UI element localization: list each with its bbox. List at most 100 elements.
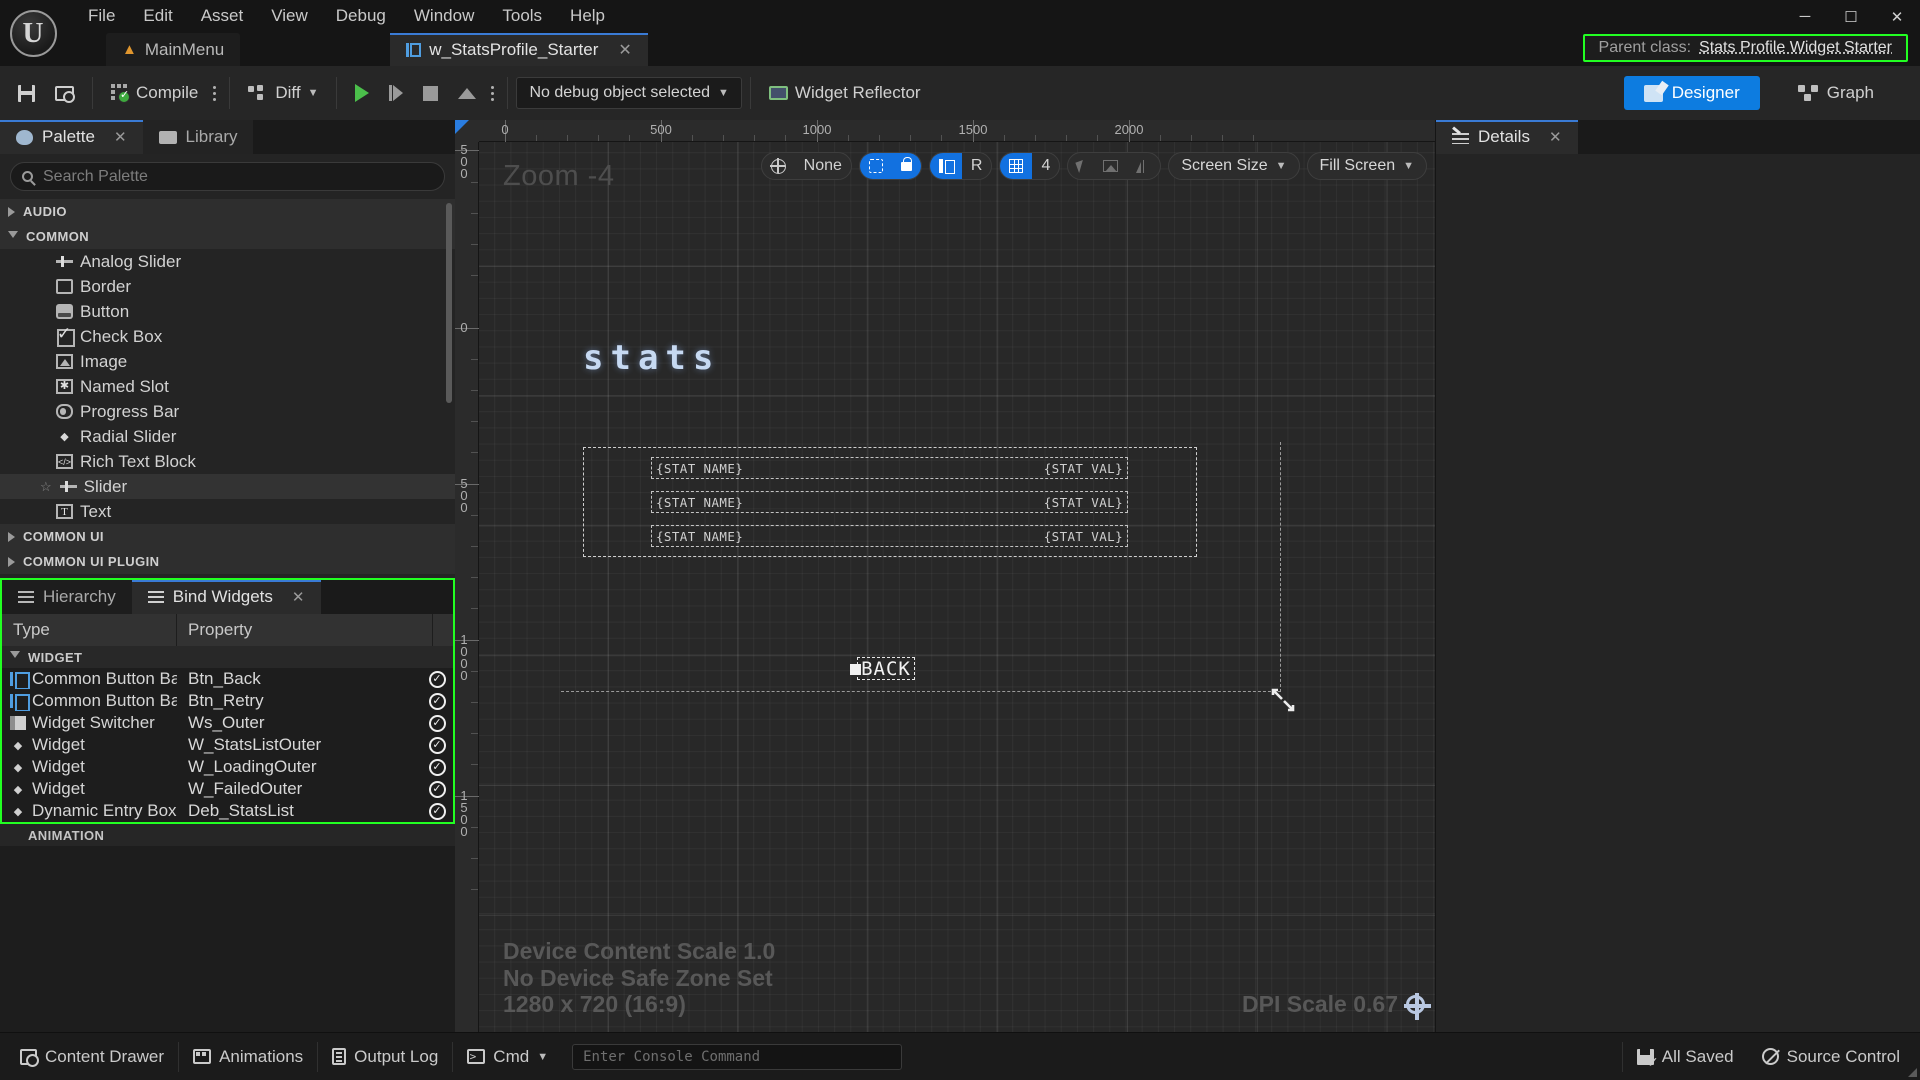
lock-toggle[interactable] <box>891 153 921 179</box>
table-row[interactable]: Widget Switcher Ws_Outer ✓ <box>2 712 453 734</box>
debug-object-dropdown[interactable]: No debug object selected ▼ <box>516 77 742 109</box>
animations-button[interactable]: Animations <box>179 1037 317 1077</box>
tab-designer[interactable]: Designer <box>1623 76 1760 110</box>
bind-row-status[interactable]: ✓ <box>421 736 453 754</box>
close-icon[interactable]: ✕ <box>114 128 127 146</box>
menu-tools[interactable]: Tools <box>488 2 556 30</box>
menu-file[interactable]: File <box>74 2 129 30</box>
bind-row-status[interactable]: ✓ <box>421 670 453 688</box>
palette-item-text[interactable]: T Text <box>0 499 455 524</box>
bind-row-status[interactable]: ✓ <box>421 758 453 776</box>
column-header-type[interactable]: Type <box>2 613 177 646</box>
content-drawer-button[interactable]: Content Drawer <box>6 1037 178 1077</box>
all-saved-button[interactable]: All Saved <box>1623 1037 1748 1077</box>
palette-category-common-ui-plugin[interactable]: COMMON UI PLUGIN <box>0 549 455 574</box>
resize-grip[interactable] <box>1908 1068 1917 1077</box>
play-button[interactable] <box>345 77 379 109</box>
design-canvas[interactable]: Zoom -4 None R 4 Screen Size ▼ Fill Scre… <box>479 142 1435 1032</box>
table-row[interactable]: Common Button Base Btn_Retry ✓ <box>2 690 453 712</box>
palette-item-border[interactable]: Border <box>0 274 455 299</box>
selection-handle[interactable] <box>850 664 861 675</box>
menu-debug[interactable]: Debug <box>322 2 400 30</box>
palette-item-image[interactable]: Image <box>0 349 455 374</box>
diff-button[interactable]: Diff ▼ <box>238 76 328 110</box>
palette-item-progress-bar[interactable]: Progress Bar <box>0 399 455 424</box>
palette-item-named-slot[interactable]: Named Slot <box>0 374 455 399</box>
document-tab-statsprofile[interactable]: w_StatsProfile_Starter ✕ <box>390 33 648 66</box>
table-row[interactable]: ◆ Dynamic Entry Box Deb_StatsList ✓ <box>2 800 453 822</box>
fill-screen-dropdown[interactable]: Fill Screen ▼ <box>1306 152 1427 180</box>
back-button-preview[interactable]: BACK <box>850 657 915 680</box>
settings-gear-icon[interactable] <box>1404 993 1431 1020</box>
palette-item-check-box[interactable]: Check Box <box>0 324 455 349</box>
close-icon[interactable]: ✕ <box>618 40 631 60</box>
save-button[interactable] <box>8 78 45 109</box>
bind-row-status[interactable]: ✓ <box>421 780 453 798</box>
cmd-dropdown[interactable]: >_ Cmd ▼ <box>453 1037 562 1077</box>
bind-row-status[interactable]: ✓ <box>421 692 453 710</box>
table-row[interactable]: ◆ Widget W_LoadingOuter ✓ <box>2 756 453 778</box>
console-command-input[interactable]: Enter Console Command <box>572 1043 903 1070</box>
menu-view[interactable]: View <box>257 2 322 30</box>
table-row[interactable]: ◆ Widget W_StatsListOuter ✓ <box>2 734 453 756</box>
table-row[interactable]: Common Button Base Btn_Back ✓ <box>2 668 453 690</box>
menu-help[interactable]: Help <box>556 2 619 30</box>
bind-row-status[interactable]: ✓ <box>421 802 453 820</box>
dpi-scale-overlay[interactable]: DPI Scale 0.67 <box>1242 991 1431 1020</box>
locale-button[interactable] <box>762 153 795 179</box>
menu-edit[interactable]: Edit <box>129 2 186 30</box>
grid-size-value[interactable]: 4 <box>1032 153 1059 179</box>
palette-item-slider[interactable]: ☆ Slider <box>0 474 455 499</box>
palette-category-audio[interactable]: AUDIO <box>0 199 455 224</box>
selection-outline-toggle[interactable] <box>859 153 892 179</box>
table-row[interactable]: ◆ Widget W_FailedOuter ✓ <box>2 778 453 800</box>
tab-graph[interactable]: Graph <box>1778 76 1894 110</box>
resize-handle-icon[interactable] <box>1270 687 1296 713</box>
widget-preview[interactable]: stats {STAT NAME} {STAT VAL} {STAT NAME}… <box>505 332 1395 834</box>
screen-size-dropdown[interactable]: Screen Size ▼ <box>1168 152 1300 180</box>
locale-value[interactable]: None <box>795 153 851 179</box>
palette-category-common-ui[interactable]: COMMON UI <box>0 524 455 549</box>
tab-palette[interactable]: Palette ✕ <box>0 120 143 154</box>
favorite-star-icon[interactable]: ☆ <box>40 479 52 495</box>
maximize-icon[interactable]: ☐ <box>1828 0 1874 33</box>
image-preview-toggle[interactable] <box>1094 153 1127 179</box>
palette-scrollbar[interactable] <box>446 203 452 403</box>
rotate-toggle[interactable]: R <box>962 153 992 179</box>
cursor-toggle[interactable] <box>1068 153 1094 179</box>
bind-row-status[interactable]: ✓ <box>421 714 453 732</box>
grid-snap-toggle[interactable] <box>1000 153 1033 179</box>
play-options-icon[interactable] <box>486 80 499 107</box>
step-button[interactable] <box>379 78 413 108</box>
parent-class-link[interactable]: Stats Profile Widget Starter <box>1699 39 1892 57</box>
bind-group-widget[interactable]: WIDGET <box>2 646 453 668</box>
column-header-property[interactable]: Property <box>177 613 433 646</box>
palette-category-common[interactable]: COMMON <box>0 224 455 249</box>
widget-reflector-button[interactable]: Widget Reflector <box>759 76 931 110</box>
tab-library[interactable]: Library <box>142 120 254 154</box>
document-tab-mainmenu[interactable]: ▲ MainMenu <box>106 33 241 66</box>
close-icon[interactable]: ✕ <box>292 588 305 606</box>
palette-item-button[interactable]: Button <box>0 299 455 324</box>
close-icon[interactable]: ✕ <box>1549 128 1562 146</box>
tab-details[interactable]: Details ✕ <box>1436 120 1578 154</box>
minimize-icon[interactable]: ─ <box>1782 0 1828 33</box>
output-log-button[interactable]: Output Log <box>318 1037 452 1077</box>
eject-button[interactable] <box>448 81 486 106</box>
compile-button[interactable]: Compile <box>101 76 208 110</box>
menu-window[interactable]: Window <box>400 2 488 30</box>
search-input[interactable]: Search Palette <box>10 162 445 191</box>
palette-item-rich-text-block[interactable]: </> Rich Text Block <box>0 449 455 474</box>
stop-button[interactable] <box>413 79 448 108</box>
tab-hierarchy[interactable]: Hierarchy <box>2 580 132 614</box>
palette-item-radial-slider[interactable]: Radial Slider <box>0 424 455 449</box>
close-window-icon[interactable]: ✕ <box>1874 0 1920 33</box>
anchor-toggle[interactable] <box>929 153 962 179</box>
compile-options-icon[interactable] <box>208 80 221 107</box>
palette-list[interactable]: AUDIO COMMON Analog Slider Border Button… <box>0 199 455 578</box>
bind-group-animation[interactable]: ANIMATION <box>0 824 455 846</box>
source-control-button[interactable]: Source Control <box>1748 1037 1914 1077</box>
tab-bind-widgets[interactable]: Bind Widgets ✕ <box>131 580 321 614</box>
mirror-toggle[interactable] <box>1127 153 1160 179</box>
palette-item-analog-slider[interactable]: Analog Slider <box>0 249 455 274</box>
